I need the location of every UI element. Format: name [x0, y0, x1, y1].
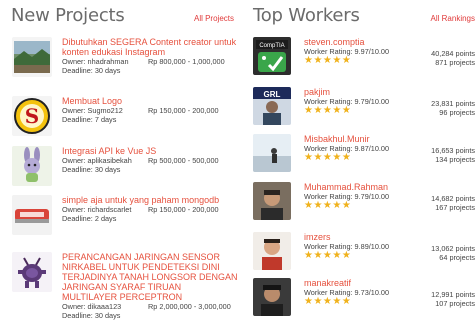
project-owner: Owner: richardscarlet	[62, 205, 132, 214]
rating-stars-icon: ★★★★★	[304, 105, 352, 116]
worker-item[interactable]: Muhammad.Rahman Worker Rating: 9.79/10.0…	[253, 182, 475, 226]
purple-mascot-icon	[12, 252, 52, 292]
top-workers-title: Top Workers	[253, 5, 360, 26]
project-deadline: Deadline: 30 days	[62, 66, 121, 75]
rating-stars-icon: ★★★★★	[304, 200, 352, 211]
worker-name[interactable]: Misbakhul.Munir	[304, 134, 389, 144]
worker-points: 14,682 points	[431, 194, 475, 203]
top-workers-panel: Top Workers All Rankings CompTIA steven.…	[250, 0, 475, 316]
beach-photo-icon	[253, 134, 291, 172]
worker-name[interactable]: steven.comptia	[304, 37, 389, 47]
worker-projects: 64 projects	[439, 253, 475, 262]
project-title[interactable]: PERANCANGAN JARINGAN SENSOR NIRKABEL UNT…	[62, 252, 238, 302]
project-budget: Rp 500,000 - 500,000	[148, 156, 219, 165]
device-thumbnail-icon	[12, 195, 52, 235]
project-deadline: Deadline: 30 days	[62, 311, 121, 320]
worker-projects: 96 projects	[439, 108, 475, 117]
project-owner: Owner: aplikasibekah	[62, 156, 132, 165]
project-budget: Rp 2,000,000 - 3,000,000	[148, 302, 231, 311]
top-workers-header: Top Workers All Rankings	[250, 0, 475, 27]
svg-text:S: S	[25, 104, 39, 128]
worker-points: 13,062 points	[431, 244, 475, 253]
worker-points: 23,831 points	[431, 99, 475, 108]
yellow-s-logo-icon: S	[12, 96, 52, 136]
project-owner: Owner: dikaaa123	[62, 302, 122, 311]
worker-projects: 134 projects	[435, 155, 475, 164]
project-title[interactable]: Membuat Logo	[62, 96, 238, 106]
project-owner: Owner: Sugmo212	[62, 106, 123, 115]
svg-text:CompTIA: CompTIA	[259, 43, 284, 49]
project-title[interactable]: Integrasi API ke Vue JS	[62, 146, 238, 156]
worker-projects: 107 projects	[435, 299, 475, 308]
new-projects-panel: New Projects All Projects Dibutuhkan SEG…	[0, 0, 238, 320]
worker-name[interactable]: Muhammad.Rahman	[304, 182, 389, 192]
worker-projects: 167 projects	[435, 203, 475, 212]
worker-points: 16,653 points	[431, 146, 475, 155]
worker-item[interactable]: Misbakhul.Munir Worker Rating: 9.87/10.0…	[253, 134, 475, 178]
worker-name[interactable]: manakreatif	[304, 278, 389, 288]
project-budget: Rp 150,000 - 200,000	[148, 205, 219, 214]
project-budget: Rp 800,000 - 1,000,000	[148, 57, 225, 66]
new-projects-title: New Projects	[11, 5, 125, 26]
project-budget: Rp 150,000 - 200,000	[148, 106, 219, 115]
worker-item[interactable]: manakreatif Worker Rating: 9.73/10.00 ★★…	[253, 278, 475, 322]
project-title[interactable]: simple aja untuk yang paham mongodb	[62, 195, 238, 205]
worker-name[interactable]: imzers	[304, 232, 389, 242]
worker-points: 40,284 points	[431, 49, 475, 58]
landscape-thumbnail-icon	[12, 37, 52, 77]
pakjim-photo-icon: GRL	[253, 87, 291, 125]
svg-text:GRL: GRL	[264, 90, 281, 99]
rating-stars-icon: ★★★★★	[304, 250, 352, 261]
worker-item[interactable]: imzers Worker Rating: 9.89/10.00 ★★★★★ 1…	[253, 232, 475, 276]
manakreatif-photo-icon	[253, 278, 291, 316]
bunny-mascot-icon	[12, 146, 52, 186]
project-deadline: Deadline: 7 days	[62, 115, 117, 124]
all-projects-link[interactable]: All Projects	[194, 14, 234, 23]
rating-stars-icon: ★★★★★	[304, 296, 352, 307]
rahman-photo-icon	[253, 182, 291, 220]
worker-item[interactable]: GRL pakjim Worker Rating: 9.79/10.00 ★★★…	[253, 87, 475, 131]
rating-stars-icon: ★★★★★	[304, 152, 352, 163]
project-title[interactable]: Dibutuhkan SEGERA Content creator untuk …	[62, 37, 238, 57]
worker-name[interactable]: pakjim	[304, 87, 389, 97]
comptia-tag-icon: CompTIA	[253, 37, 291, 75]
imzers-photo-icon	[253, 232, 291, 270]
project-deadline: Deadline: 30 days	[62, 165, 121, 174]
rating-stars-icon: ★★★★★	[304, 55, 352, 66]
project-deadline: Deadline: 2 days	[62, 214, 117, 223]
new-projects-header: New Projects All Projects	[0, 0, 238, 27]
worker-points: 12,991 points	[431, 290, 475, 299]
worker-item[interactable]: CompTIA steven.comptia Worker Rating: 9.…	[253, 37, 475, 81]
worker-projects: 871 projects	[435, 58, 475, 67]
project-owner: Owner: nhadrahman	[62, 57, 129, 66]
all-rankings-link[interactable]: All Rankings	[431, 14, 475, 23]
